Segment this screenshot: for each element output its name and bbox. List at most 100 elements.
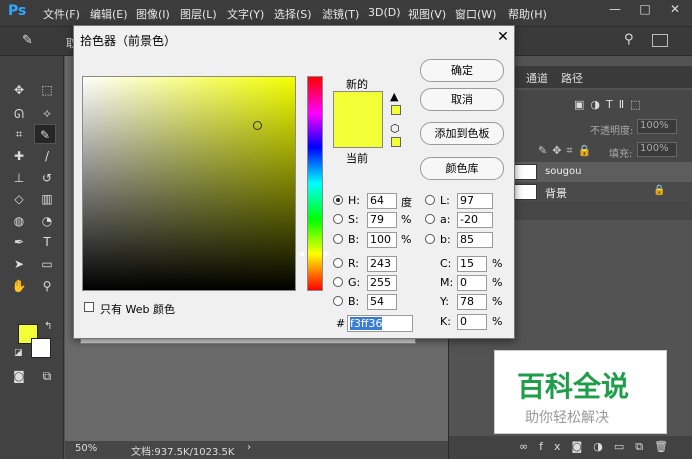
- l-field[interactable]: 97: [457, 193, 493, 209]
- quick-mask-icon[interactable]: ◙: [8, 366, 30, 386]
- color-field[interactable]: [82, 76, 296, 291]
- maximize-icon[interactable]: □: [630, 0, 660, 20]
- workspace-icon[interactable]: [652, 34, 668, 47]
- hand-tool-icon[interactable]: ✋: [8, 276, 30, 296]
- k-unit: %: [492, 315, 503, 328]
- healing-tool-icon[interactable]: ✚: [8, 146, 30, 166]
- menu-file[interactable]: 文件(F): [43, 6, 80, 22]
- eyedropper-option-icon[interactable]: ✎: [22, 33, 33, 48]
- radio-s[interactable]: [333, 214, 343, 224]
- menu-help[interactable]: 帮助(H): [508, 6, 547, 22]
- blue-field[interactable]: 54: [367, 294, 397, 310]
- menu-image[interactable]: 图像(I): [136, 6, 170, 22]
- current-color-swatch[interactable]: [333, 124, 383, 148]
- gamut-swatch[interactable]: [391, 105, 401, 115]
- r-field[interactable]: 243: [367, 256, 397, 272]
- m-field[interactable]: 0: [457, 275, 487, 291]
- cancel-button[interactable]: 取消: [420, 88, 504, 111]
- swap-colors-icon[interactable]: ↰: [44, 321, 52, 332]
- layers-footer: ∞fx◙◑▭⧉🗑: [449, 436, 692, 459]
- eraser-tool-icon[interactable]: ◇: [8, 189, 30, 209]
- color-libraries-button[interactable]: 颜色库: [420, 157, 504, 180]
- move-tool-icon[interactable]: ✥: [8, 80, 30, 100]
- search-icon[interactable]: ⚲: [624, 32, 634, 47]
- a-label: a:: [440, 213, 451, 226]
- close-icon[interactable]: ✕: [494, 28, 512, 46]
- layer-row[interactable]: sougou: [505, 162, 692, 182]
- zoom-level[interactable]: 50%: [75, 443, 97, 454]
- b-label: B:: [348, 233, 360, 246]
- g-label: G:: [348, 276, 361, 289]
- hue-arrow-right-icon[interactable]: ▶: [324, 249, 330, 258]
- tab-paths[interactable]: 路径: [561, 70, 583, 86]
- ok-button[interactable]: 确定: [420, 59, 504, 82]
- a-field[interactable]: -20: [457, 212, 493, 228]
- crop-tool-icon[interactable]: ⌗: [8, 124, 30, 144]
- web-safe-swatch[interactable]: [391, 137, 401, 147]
- status-arrow-icon[interactable]: ›: [247, 442, 251, 453]
- y-unit: %: [492, 295, 503, 308]
- stamp-tool-icon[interactable]: ⊥: [8, 168, 30, 188]
- radio-a[interactable]: [425, 214, 435, 224]
- lab-b-field[interactable]: 85: [457, 232, 493, 248]
- layer-row[interactable]: 背景 🔒: [505, 182, 692, 202]
- fill-field[interactable]: 100%: [637, 142, 677, 157]
- radio-lab-b[interactable]: [425, 234, 435, 244]
- b-field[interactable]: 100: [367, 232, 397, 248]
- screen-mode-icon[interactable]: ⧉: [36, 366, 58, 386]
- s-field[interactable]: 79: [367, 212, 397, 228]
- default-colors-icon[interactable]: ◪: [14, 348, 23, 358]
- zoom-tool-icon[interactable]: ⚲: [36, 276, 58, 296]
- menu-select[interactable]: 选择(S): [274, 6, 312, 22]
- path-select-icon[interactable]: ➤: [8, 254, 30, 274]
- menu-bar: Ps 文件(F) 编辑(E) 图像(I) 图层(L) 文字(Y) 选择(S) 滤…: [0, 0, 692, 27]
- radio-h[interactable]: [333, 195, 343, 205]
- hue-arrow-left-icon[interactable]: ◀: [298, 249, 304, 258]
- radio-b[interactable]: [333, 234, 343, 244]
- c-field[interactable]: 15: [457, 256, 487, 272]
- menu-window[interactable]: 窗口(W): [455, 6, 496, 22]
- gradient-tool-icon[interactable]: ▥: [36, 189, 58, 209]
- menu-view[interactable]: 视图(V): [408, 6, 446, 22]
- minimize-icon[interactable]: —: [600, 0, 630, 20]
- hex-field[interactable]: f3ff36: [347, 315, 413, 332]
- magic-wand-icon[interactable]: ✧: [36, 104, 58, 124]
- picker-cursor-icon[interactable]: [253, 121, 262, 130]
- photoshop-logo: Ps: [8, 3, 27, 19]
- type-tool-icon[interactable]: T: [36, 232, 58, 252]
- hue-slider[interactable]: [307, 76, 323, 291]
- k-field[interactable]: 0: [457, 314, 487, 330]
- menu-layer[interactable]: 图层(L): [180, 6, 217, 22]
- radio-blue[interactable]: [333, 296, 343, 306]
- radio-l[interactable]: [425, 195, 435, 205]
- marquee-tool-icon[interactable]: ⬚: [36, 80, 58, 100]
- history-brush-icon[interactable]: ↺: [36, 168, 58, 188]
- g-field[interactable]: 255: [367, 275, 397, 291]
- watermark-title: 百科全说: [517, 370, 630, 403]
- background-color-swatch[interactable]: [31, 338, 51, 358]
- web-only-checkbox[interactable]: [84, 302, 94, 312]
- brush-tool-icon[interactable]: /: [36, 146, 58, 166]
- tab-channels[interactable]: 通道: [526, 70, 548, 86]
- radio-g[interactable]: [333, 277, 343, 287]
- dodge-tool-icon[interactable]: ◔: [36, 211, 58, 231]
- lock-icons[interactable]: ✎✥⌗🔒: [538, 144, 596, 158]
- eyedropper-tool-icon[interactable]: ✎: [34, 124, 56, 144]
- pen-tool-icon[interactable]: ✒: [8, 232, 30, 252]
- menu-type[interactable]: 文字(Y): [227, 6, 264, 22]
- m-label: M:: [440, 276, 454, 289]
- opacity-field[interactable]: 100%: [637, 119, 677, 134]
- layer-filter-icons[interactable]: ▣◑TⅡ⬚: [574, 98, 647, 111]
- layer-footer-icons[interactable]: ∞fx◙◑▭⧉🗑: [519, 440, 679, 454]
- menu-edit[interactable]: 编辑(E): [90, 6, 128, 22]
- add-to-swatches-button[interactable]: 添加到色板: [420, 122, 504, 145]
- blur-tool-icon[interactable]: ◍: [8, 211, 30, 231]
- shape-tool-icon[interactable]: ▭: [36, 254, 58, 274]
- h-field[interactable]: 64: [367, 193, 397, 209]
- close-window-icon[interactable]: ✕: [660, 0, 690, 20]
- menu-3d[interactable]: 3D(D): [368, 6, 401, 19]
- menu-filter[interactable]: 滤镜(T): [322, 6, 359, 22]
- y-field[interactable]: 78: [457, 294, 487, 310]
- lasso-tool-icon[interactable]: ᘏ: [8, 104, 30, 124]
- radio-r[interactable]: [333, 258, 343, 268]
